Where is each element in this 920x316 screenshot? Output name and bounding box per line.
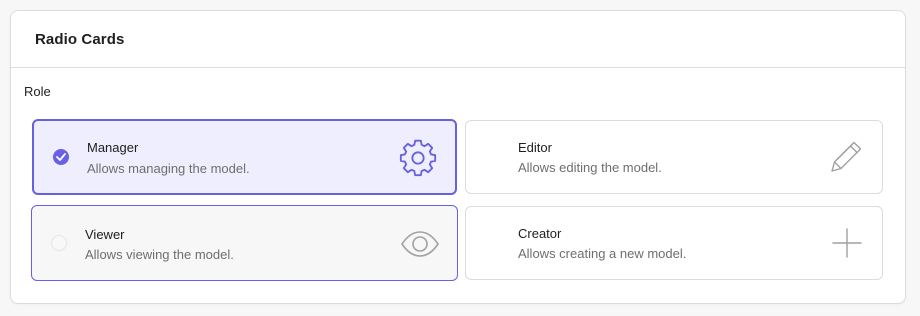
- eye-icon: [400, 224, 440, 264]
- radio-card-title: Manager: [87, 140, 139, 155]
- role-label: Role: [24, 84, 51, 99]
- radio-unchecked-indicator[interactable]: [51, 235, 67, 251]
- radio-card-editor[interactable]: Editor Allows editing the model.: [465, 120, 883, 194]
- radio-checked-indicator[interactable]: [53, 149, 69, 165]
- gear-icon: [398, 138, 438, 178]
- radio-card-description: Allows creating a new model.: [518, 246, 687, 261]
- radio-card-title: Creator: [518, 226, 562, 241]
- radio-card-manager[interactable]: Manager Allows managing the model.: [32, 119, 457, 195]
- plus-icon: [827, 223, 867, 263]
- panel-header: Radio Cards: [11, 11, 905, 68]
- pencil-icon: [826, 137, 866, 177]
- radio-card-creator[interactable]: Creator Allows creating a new model.: [465, 206, 883, 280]
- panel-title: Radio Cards: [35, 30, 125, 48]
- check-icon: [56, 153, 66, 161]
- radio-card-description: Allows managing the model.: [87, 161, 250, 176]
- radio-card-description: Allows viewing the model.: [85, 247, 234, 262]
- radio-card-title: Viewer: [85, 227, 125, 242]
- radio-card-description: Allows editing the model.: [518, 160, 662, 175]
- radio-card-title: Editor: [518, 140, 552, 155]
- radio-card-viewer[interactable]: Viewer Allows viewing the model.: [31, 205, 458, 281]
